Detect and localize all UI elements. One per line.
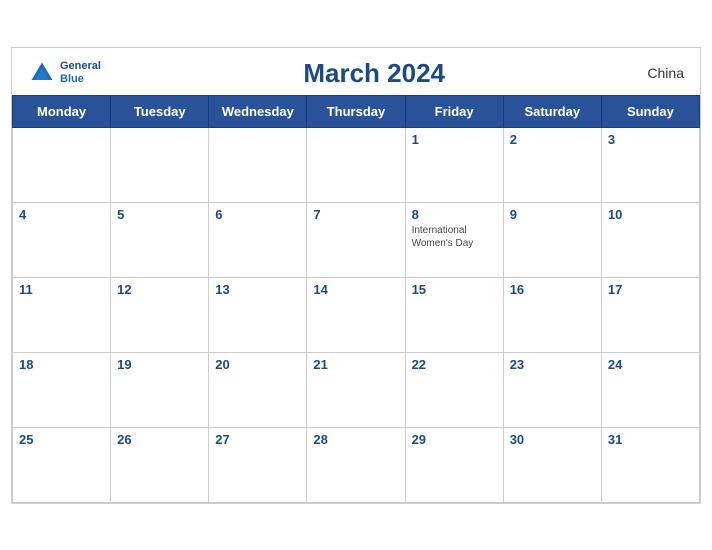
- calendar-cell: 18: [13, 352, 111, 427]
- day-number: 26: [117, 432, 202, 447]
- calendar-cell: [307, 127, 405, 202]
- day-number: 31: [608, 432, 693, 447]
- day-number: 1: [412, 132, 497, 147]
- day-number: 22: [412, 357, 497, 372]
- day-number: 3: [608, 132, 693, 147]
- day-number: 23: [510, 357, 595, 372]
- day-header-saturday: Saturday: [503, 95, 601, 127]
- calendar-cell: 20: [209, 352, 307, 427]
- calendar-cell: 3: [601, 127, 699, 202]
- calendar-cell: 8 International Women's Day: [405, 202, 503, 277]
- calendar-cell: 16: [503, 277, 601, 352]
- calendar-cell: 13: [209, 277, 307, 352]
- day-number: 19: [117, 357, 202, 372]
- calendar-cell: 15: [405, 277, 503, 352]
- day-header-friday: Friday: [405, 95, 503, 127]
- logo-icon: [28, 59, 56, 87]
- calendar-cell: 26: [111, 427, 209, 502]
- day-number: 21: [313, 357, 398, 372]
- calendar-header: General Blue March 2024 China: [12, 48, 700, 95]
- calendar-cell: 28: [307, 427, 405, 502]
- calendar-cell: 17: [601, 277, 699, 352]
- logo-text: General Blue: [60, 60, 101, 86]
- day-number: 15: [412, 282, 497, 297]
- day-number: 29: [412, 432, 497, 447]
- calendar-cell: 24: [601, 352, 699, 427]
- day-number: 20: [215, 357, 300, 372]
- event-label: International Women's Day: [412, 224, 497, 250]
- calendar-cell: 1: [405, 127, 503, 202]
- calendar-cell: 19: [111, 352, 209, 427]
- calendar-cell: 11: [13, 277, 111, 352]
- calendar-cell: [209, 127, 307, 202]
- calendar-cell: 7: [307, 202, 405, 277]
- day-number: 17: [608, 282, 693, 297]
- day-number: 6: [215, 207, 300, 222]
- day-number: 14: [313, 282, 398, 297]
- calendar-cell: 5: [111, 202, 209, 277]
- calendar-cell: 31: [601, 427, 699, 502]
- week-row-4: 18 19 20 21 22 23 24: [13, 352, 700, 427]
- calendar-cell: [13, 127, 111, 202]
- day-number: 10: [608, 207, 693, 222]
- calendar-cell: 30: [503, 427, 601, 502]
- day-number: 18: [19, 357, 104, 372]
- calendar-cell: 6: [209, 202, 307, 277]
- calendar-cell: 2: [503, 127, 601, 202]
- calendar-cell: 12: [111, 277, 209, 352]
- day-number: 24: [608, 357, 693, 372]
- calendar-cell: 21: [307, 352, 405, 427]
- day-number: 4: [19, 207, 104, 222]
- day-header-thursday: Thursday: [307, 95, 405, 127]
- calendar-cell: [111, 127, 209, 202]
- calendar-cell: 10: [601, 202, 699, 277]
- calendar-cell: 29: [405, 427, 503, 502]
- day-number: 8: [412, 207, 497, 222]
- day-number: 7: [313, 207, 398, 222]
- calendar: General Blue March 2024 China MondayTues…: [11, 47, 701, 504]
- calendar-table: MondayTuesdayWednesdayThursdayFridaySatu…: [12, 95, 700, 503]
- week-row-2: 45678 International Women's Day 9 10: [13, 202, 700, 277]
- calendar-cell: 14: [307, 277, 405, 352]
- calendar-cell: 25: [13, 427, 111, 502]
- country-label: China: [647, 65, 684, 81]
- day-number: 12: [117, 282, 202, 297]
- day-header-tuesday: Tuesday: [111, 95, 209, 127]
- day-header-monday: Monday: [13, 95, 111, 127]
- week-row-1: 123: [13, 127, 700, 202]
- calendar-cell: 4: [13, 202, 111, 277]
- day-number: 13: [215, 282, 300, 297]
- day-number: 25: [19, 432, 104, 447]
- logo: General Blue: [28, 59, 101, 87]
- day-number: 2: [510, 132, 595, 147]
- day-number: 5: [117, 207, 202, 222]
- day-number: 9: [510, 207, 595, 222]
- calendar-cell: 9: [503, 202, 601, 277]
- day-number: 27: [215, 432, 300, 447]
- day-number: 30: [510, 432, 595, 447]
- day-number: 11: [19, 282, 104, 297]
- week-row-5: 25 26 27 28 29 30 31: [13, 427, 700, 502]
- calendar-cell: 22: [405, 352, 503, 427]
- day-number: 28: [313, 432, 398, 447]
- calendar-cell: 27: [209, 427, 307, 502]
- day-header-wednesday: Wednesday: [209, 95, 307, 127]
- week-row-3: 11 12 13 14 15 16 17: [13, 277, 700, 352]
- calendar-cell: 23: [503, 352, 601, 427]
- day-headers-row: MondayTuesdayWednesdayThursdayFridaySatu…: [13, 95, 700, 127]
- calendar-title: March 2024: [303, 58, 445, 89]
- day-header-sunday: Sunday: [601, 95, 699, 127]
- day-number: 16: [510, 282, 595, 297]
